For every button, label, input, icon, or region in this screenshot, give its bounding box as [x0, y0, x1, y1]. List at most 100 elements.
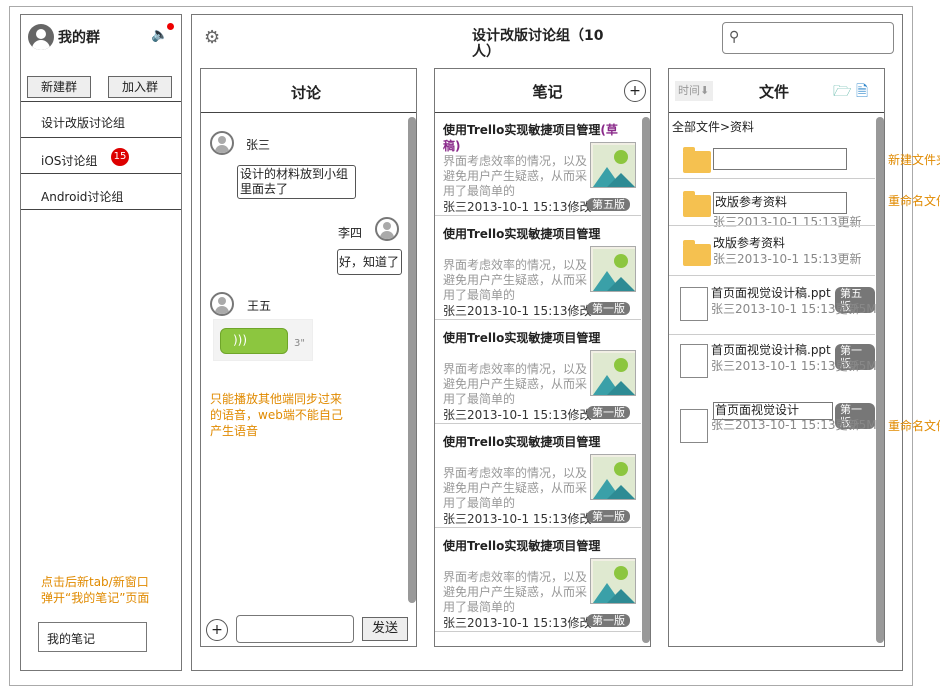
folder-icon — [683, 147, 711, 173]
annotation-rename: 重命名文件 — [888, 419, 940, 433]
divider — [201, 112, 416, 113]
folder-name-input[interactable] — [713, 148, 847, 170]
file-row[interactable]: 首页面视觉设计稿.ppt 第五版 张三2013-10-1 15:13更新 25M — [669, 281, 877, 335]
note-item[interactable]: 使用Trello实现敏捷项目管理(草稿) 界面考虑效率的情况，以及避免用户产生疑惑… — [435, 113, 641, 216]
add-attachment-button[interactable]: + — [206, 619, 228, 641]
annotation-my-notes: 点击后新tab/新窗口弹开“我的笔记”页面 — [41, 575, 150, 605]
notification-dot — [167, 23, 174, 30]
sort-by-time-button[interactable]: 时间⬇ — [675, 81, 713, 101]
file-meta: 张三2013-10-1 15:13更新 — [711, 302, 860, 316]
annotation-voice: 只能播放其他端同步过来的语音，web端不能自己产生语音 — [210, 392, 343, 438]
document-icon — [680, 344, 708, 378]
folder-meta: 张三2013-10-1 15:13更新 — [713, 252, 862, 266]
folder-name-input[interactable]: 改版参考资料 — [713, 192, 847, 214]
note-title-text: 使用Trello实现敏捷项目管理 — [443, 539, 601, 553]
folder-row[interactable] — [669, 135, 875, 179]
folder-row[interactable]: 改版参考资料 张三2013-10-1 15:13更新 — [669, 228, 875, 276]
voice-duration: 3" — [294, 338, 305, 349]
note-title: 使用Trello实现敏捷项目管理 — [443, 434, 633, 450]
new-group-button[interactable]: 新建群 — [27, 76, 91, 98]
document-icon — [680, 409, 708, 443]
notes-column: 笔记 + 使用Trello实现敏捷项目管理(草稿) 界面考虑效率的情况，以及避免用… — [434, 68, 651, 647]
folder-icon — [683, 240, 711, 266]
voice-message[interactable]: ))) 3" — [213, 319, 313, 361]
note-meta: 张三2013-10-1 15:13修改 — [443, 408, 592, 422]
files-scrollbar[interactable] — [876, 117, 884, 643]
sidebar-title: 我的群 — [58, 30, 100, 46]
file-row[interactable]: 首页面视觉设计稿.ppt第一版张三2013-10-1 15:13更新25M — [669, 397, 877, 451]
note-title: 使用Trello实现敏捷项目管理 — [443, 330, 633, 346]
sidebar-item-design-group[interactable]: 设计改版讨论组 — [41, 116, 125, 131]
note-description: 界面考虑效率的情况，以及避免用户产生疑惑，从而采用了最简单的 — [443, 466, 588, 510]
file-name: 首页面视觉设计稿.ppt — [711, 286, 831, 300]
groups-sidebar: 我的群 🔈 新建群 加入群 设计改版讨论组 iOS讨论组 15 Android讨… — [20, 14, 182, 671]
upload-file-icon[interactable]: 🗎 — [856, 81, 868, 106]
file-meta: 张三2013-10-1 15:13更新 — [711, 359, 860, 373]
user-avatar-icon[interactable] — [28, 24, 54, 50]
folder-icon — [683, 191, 711, 217]
folder-row[interactable]: 改版参考资料 张三2013-10-1 15:13更新 — [669, 179, 875, 229]
search-icon: ⚲ — [729, 29, 740, 45]
send-button[interactable]: 发送 — [362, 617, 408, 641]
file-name: 首页面视觉设计稿.ppt — [711, 343, 831, 357]
avatar-icon — [210, 131, 234, 155]
my-notes-link[interactable]: 我的笔记 — [38, 622, 147, 652]
avatar-icon — [375, 217, 399, 241]
note-item[interactable]: 使用Trello实现敏捷项目管理界面考虑效率的情况，以及避免用户产生疑惑，从而采… — [435, 529, 641, 632]
files-title: 文件 — [758, 83, 789, 101]
image-placeholder-icon — [590, 558, 636, 604]
document-icon — [680, 287, 708, 321]
image-placeholder-icon — [590, 350, 636, 396]
sound-wave-icon: ))) — [233, 333, 248, 347]
version-badge: 第一版 — [587, 406, 630, 419]
group-title: 设计改版讨论组（10人） — [472, 28, 604, 60]
note-meta: 张三2013-10-1 15:13修改 — [443, 616, 592, 630]
settings-gear-icon[interactable]: ⚙ — [204, 27, 220, 48]
notes-scrollbar[interactable] — [642, 117, 650, 643]
message-input[interactable] — [236, 615, 354, 643]
search-input[interactable]: ⚲ — [722, 22, 894, 54]
divider — [21, 173, 181, 174]
divider — [669, 112, 884, 113]
version-badge: 第一版 — [587, 302, 630, 315]
note-meta: 张三2013-10-1 15:13修改 — [443, 200, 592, 214]
note-title: 使用Trello实现敏捷项目管理 — [443, 538, 633, 554]
sidebar-item-ios-group[interactable]: iOS讨论组 — [41, 152, 97, 169]
unread-badge: 15 — [111, 148, 129, 166]
divider — [435, 319, 641, 320]
add-note-button[interactable]: + — [624, 80, 646, 102]
note-item[interactable]: 使用Trello实现敏捷项目管理 界面考虑效率的情况，以及避免用户产生疑惑，从而采… — [435, 321, 641, 424]
new-folder-icon[interactable]: 🗁 — [833, 81, 852, 106]
note-description: 界面考虑效率的情况，以及避免用户产生疑惑，从而采用了最简单的 — [443, 154, 588, 198]
divider — [669, 275, 875, 276]
note-title-text: 使用Trello实现敏捷项目管理 — [443, 331, 601, 345]
note-title-text: 使用Trello实现敏捷项目管理 — [443, 435, 601, 449]
file-row[interactable]: 首页面视觉设计稿.ppt第一版张三2013-10-1 15:13更新25M — [669, 338, 877, 392]
message-user: 王五 — [247, 299, 272, 313]
avatar-icon — [210, 292, 234, 316]
files-column: 时间⬇ 文件 🗁 🗎 全部文件>资料 改版参考资料 张三2013-10-1 15:… — [668, 68, 885, 647]
note-item[interactable]: 使用Trello实现敏捷项目管理界面考虑效率的情况，以及避免用户产生疑惑，从而采… — [435, 425, 641, 528]
note-title-text: 使用Trello实现敏捷项目管理 — [443, 123, 601, 137]
speaker-icon[interactable]: 🔈 — [151, 27, 168, 43]
message-user: 张三 — [246, 138, 271, 152]
discussion-title: 讨论 — [290, 84, 321, 102]
sidebar-item-android-group[interactable]: Android讨论组 — [41, 188, 123, 205]
version-badge: 第一版 — [587, 614, 630, 627]
sort-label: 时间 — [678, 84, 700, 97]
divider — [669, 225, 875, 226]
note-meta: 张三2013-10-1 15:13修改 — [443, 512, 592, 526]
note-item[interactable]: 使用Trello实现敏捷项目管理 界面考虑效率的情况，以及避免用户产生疑惑，从而采… — [435, 217, 641, 320]
files-breadcrumb[interactable]: 全部文件>资料 — [672, 118, 754, 135]
annotation-rename: 重命名文件 — [888, 194, 940, 208]
image-placeholder-icon — [590, 142, 636, 188]
voice-bubble: ))) — [220, 328, 288, 354]
divider — [669, 334, 875, 335]
note-description: 界面考虑效率的情况，以及避免用户产生疑惑，从而采用了最简单的 — [443, 570, 588, 614]
discussion-scrollbar[interactable] — [408, 117, 416, 603]
note-description: 界面考虑效率的情况，以及避免用户产生疑惑，从而采用了最简单的 — [443, 258, 588, 302]
divider — [21, 137, 181, 138]
file-size: 25M — [851, 302, 877, 316]
discussion-column: 讨论 张三 设计的材料放到小组里面去了 李四 好，知道了 王五 ))) 3" 只… — [200, 68, 417, 647]
join-group-button[interactable]: 加入群 — [108, 76, 172, 98]
